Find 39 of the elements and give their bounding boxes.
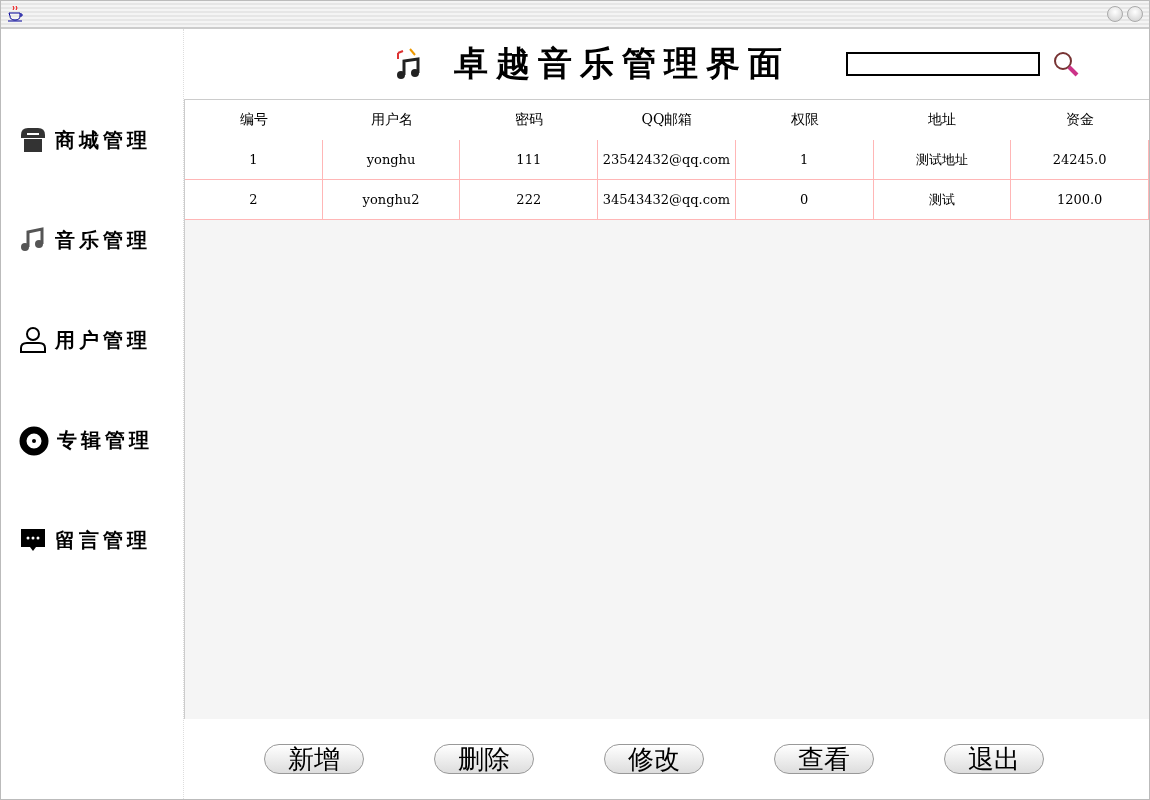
table-cell: 1200.0 [1011, 180, 1149, 220]
search-field[interactable] [846, 52, 1040, 76]
column-header: 用户名 [369, 110, 414, 129]
table-cell: 测试 [873, 180, 1012, 220]
action-button[interactable]: 删除 [434, 744, 534, 774]
column-header: 地址 [927, 110, 958, 129]
table-cell: 2 [185, 180, 323, 220]
table-cell: 1 [185, 140, 323, 180]
column-header: QQ邮箱 [640, 110, 694, 129]
coffee-cup-icon [7, 5, 23, 23]
table-cell: 111 [460, 140, 599, 180]
sidebar-item[interactable]: 商城管理 [55, 126, 151, 154]
column-header: 编号 [238, 110, 269, 129]
sidebar-item[interactable]: 专辑管理 [57, 426, 153, 454]
table-cell: 23542432@qq.com [598, 140, 736, 180]
sidebar-item[interactable]: 留言管理 [55, 526, 151, 554]
column-header: 密码 [514, 110, 545, 129]
sidebar-item[interactable]: 音乐管理 [55, 226, 151, 254]
table-cell: yonghu [322, 140, 461, 180]
column-header: 资金 [1065, 110, 1096, 129]
table-cell: 1 [735, 140, 874, 180]
user-icon [19, 326, 47, 354]
action-button[interactable]: 修改 [604, 744, 704, 774]
table-cell: 222 [460, 180, 599, 220]
music-note-icon [19, 226, 47, 254]
table-cell: 24245.0 [1011, 140, 1149, 180]
search-icon[interactable] [1052, 50, 1080, 78]
action-button[interactable]: 退出 [944, 744, 1044, 774]
table-cell: yonghu2 [322, 180, 461, 220]
table-cell: 0 [735, 180, 874, 220]
store-icon [19, 126, 47, 154]
column-header: 权限 [789, 110, 820, 129]
disc-icon [19, 426, 49, 456]
page-title: 卓越音乐管理界面 [454, 42, 790, 85]
action-button[interactable]: 新增 [264, 744, 364, 774]
table-cell: 34543432@qq.com [598, 180, 736, 220]
table-cell: 测试地址 [873, 140, 1012, 180]
sidebar-item[interactable]: 用户管理 [55, 326, 151, 354]
action-button[interactable]: 查看 [774, 744, 874, 774]
